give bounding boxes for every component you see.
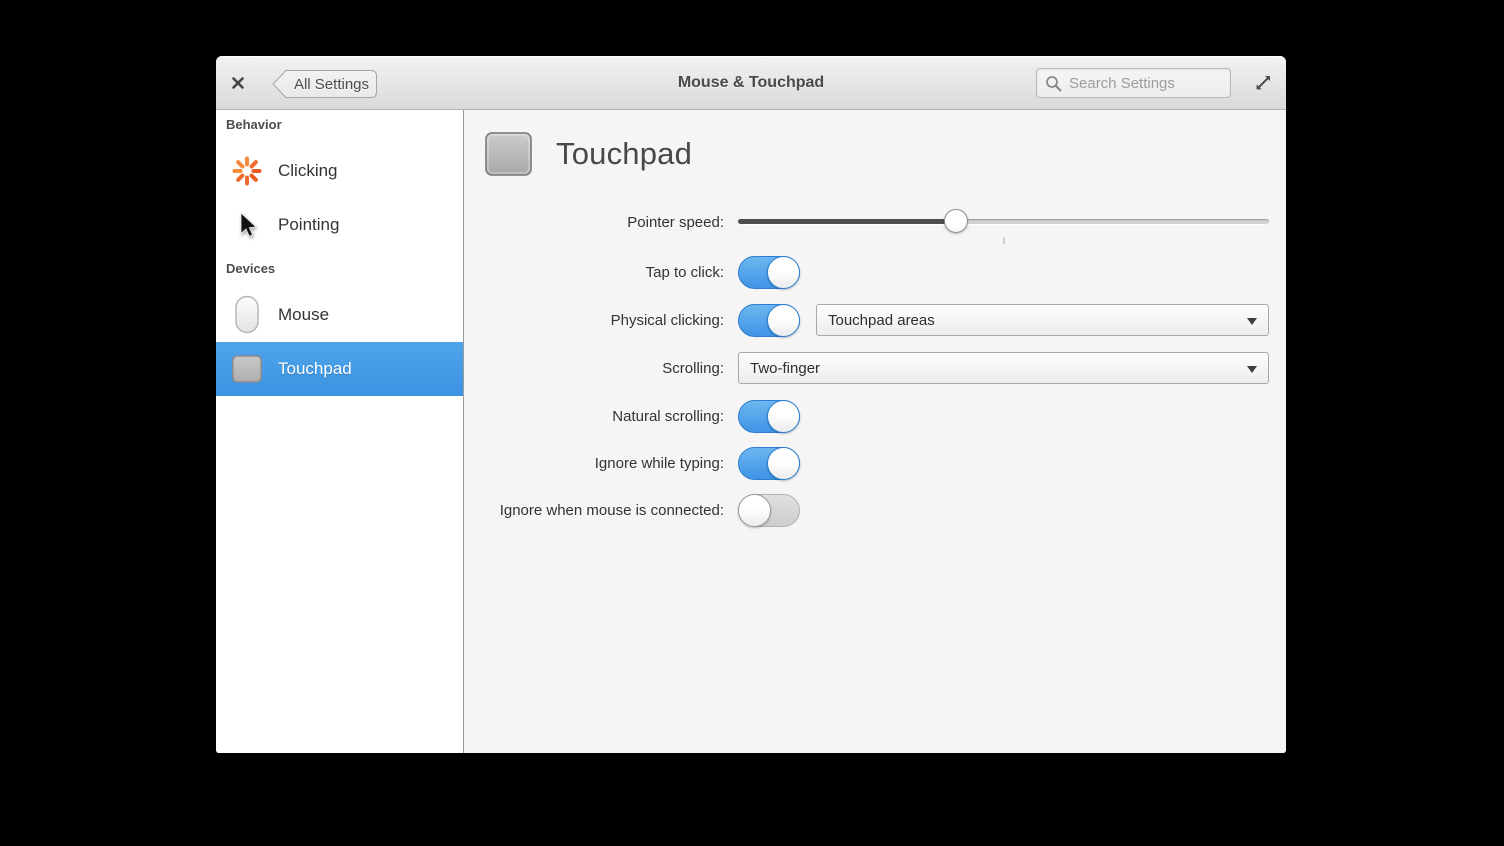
chevron-down-icon [1247,318,1257,325]
tap-to-click-toggle[interactable] [738,256,800,289]
headerbar: All Settings Mouse & Touchpad [216,56,1286,110]
expand-arrows-icon [1254,74,1272,92]
touchpad-page-icon [484,131,533,177]
row-pointer-speed: Pointer speed: [464,205,1270,239]
row-scrolling: Scrolling: Two-finger [464,351,1270,385]
row-tap-to-click: Tap to click: [464,255,1270,289]
sidebar-section-behavior: Behavior [226,117,282,132]
sidebar-item-touchpad[interactable]: Touchpad [216,342,463,396]
natural-scrolling-label: Natural scrolling: [464,408,724,425]
toggle-knob [767,400,800,433]
mouse-icon [230,293,264,337]
slider-thumb[interactable] [944,209,968,233]
slider-center-tick [1003,237,1004,244]
back-button-label: All Settings [285,69,378,99]
row-ignore-mouse-connected: Ignore when mouse is connected: [464,493,1270,527]
settings-window: All Settings Mouse & Touchpad Behavior [216,56,1286,753]
toggle-knob [738,494,771,527]
close-button[interactable] [226,71,250,95]
scrolling-dropdown[interactable]: Two-finger [738,352,1269,384]
sidebar-item-pointing[interactable]: Pointing [216,198,463,252]
tap-to-click-label: Tap to click: [464,264,724,281]
sidebar-section-devices: Devices [226,261,275,276]
close-icon [231,76,245,90]
page-title: Touchpad [556,136,692,172]
sidebar-item-clicking[interactable]: Clicking [216,144,463,198]
pointer-speed-label: Pointer speed: [464,214,724,231]
row-natural-scrolling: Natural scrolling: [464,399,1270,433]
toggle-knob [767,447,800,480]
search-field [1036,68,1231,98]
row-physical-clicking: Physical clicking: Touchpad areas [464,303,1270,337]
ignore-while-typing-label: Ignore while typing: [464,455,724,472]
sidebar-item-mouse[interactable]: Mouse [216,288,463,342]
row-ignore-while-typing: Ignore while typing: [464,446,1270,480]
pointer-cursor-icon [230,203,264,247]
dropdown-value: Touchpad areas [828,312,935,329]
scrolling-label: Scrolling: [464,360,724,377]
physical-clicking-toggle[interactable] [738,304,800,337]
sidebar-item-label: Mouse [278,305,329,325]
sidebar-item-label: Clicking [278,161,338,181]
dropdown-value: Two-finger [750,360,820,377]
touchpad-page: Touchpad Pointer speed: Tap to click: [464,110,1286,753]
physical-clicking-dropdown[interactable]: Touchpad areas [816,304,1269,336]
all-settings-back-button[interactable]: All Settings [271,69,378,99]
search-input[interactable] [1037,69,1230,97]
ignore-mouse-connected-label: Ignore when mouse is connected: [464,502,724,519]
ignore-while-typing-toggle[interactable] [738,447,800,480]
page-header: Touchpad [484,131,692,177]
maximize-button[interactable] [1253,73,1273,93]
natural-scrolling-toggle[interactable] [738,400,800,433]
pointer-speed-slider[interactable] [738,205,1269,239]
sidebar: Behavior [216,110,464,753]
ignore-mouse-connected-toggle[interactable] [738,494,800,527]
physical-clicking-label: Physical clicking: [464,312,724,329]
slider-fill [738,219,956,224]
toggle-knob [767,256,800,289]
toggle-knob [767,304,800,337]
sidebar-item-label: Touchpad [278,359,352,379]
sidebar-item-label: Pointing [278,215,339,235]
clicking-burst-icon [230,149,264,193]
chevron-down-icon [1247,366,1257,373]
touchpad-icon [230,347,264,391]
